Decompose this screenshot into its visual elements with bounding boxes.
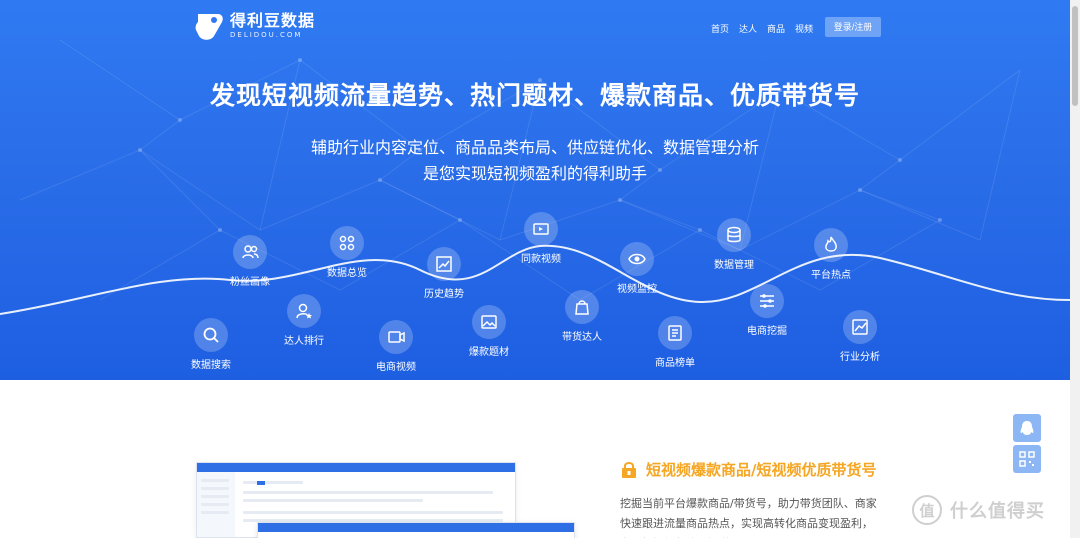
feature-fans[interactable]: 粉丝画像 bbox=[210, 235, 290, 288]
hero-subline-1: 辅助行业内容定位、商品品类布局、供应链优化、数据管理分析 bbox=[310, 138, 759, 157]
list-icon bbox=[668, 325, 682, 341]
watermark: 值 什么值得买 bbox=[912, 495, 1045, 525]
nav-talent[interactable]: 达人 bbox=[739, 22, 757, 35]
grid-icon bbox=[339, 235, 355, 251]
logo[interactable]: 得利豆数据 DELIDOU.COM bbox=[194, 10, 315, 42]
logo-bean-icon bbox=[195, 14, 223, 40]
user-star-icon bbox=[296, 303, 312, 319]
fire-icon bbox=[825, 236, 837, 252]
video-icon bbox=[388, 331, 405, 343]
shop-icon bbox=[622, 461, 636, 478]
watermark-logo: 值 bbox=[912, 495, 942, 525]
feature-overview[interactable]: 数据总览 bbox=[307, 226, 387, 279]
feature-label: 同款视频 bbox=[521, 254, 561, 265]
chart-icon bbox=[852, 319, 868, 335]
feature-same-video[interactable]: 同款视频 bbox=[501, 212, 581, 265]
feature-label: 电商挖掘 bbox=[747, 326, 787, 337]
page: 得利豆数据 DELIDOU.COM 首页 达人 商品 视频 登录/注册 发现短视… bbox=[0, 0, 1080, 538]
feature-label: 行业分析 bbox=[840, 352, 880, 363]
filter-icon bbox=[760, 294, 774, 308]
watermark-text: 什么值得买 bbox=[950, 501, 1045, 522]
logo-name: 得利豆数据 bbox=[230, 11, 316, 30]
qq-icon bbox=[1020, 421, 1034, 435]
feature-data-management[interactable]: 数据管理 bbox=[694, 218, 774, 271]
nav-products[interactable]: 商品 bbox=[767, 22, 785, 35]
feature-label: 爆款题材 bbox=[469, 347, 509, 358]
feature-label: 历史趋势 bbox=[424, 289, 464, 300]
eye-icon bbox=[628, 253, 646, 265]
feature-monitor[interactable]: 视频监控 bbox=[597, 242, 677, 295]
feature-label: 粉丝画像 bbox=[230, 277, 270, 288]
section-title: 短视频爆款商品/短视频优质带货号 bbox=[620, 459, 876, 480]
users-icon bbox=[242, 245, 259, 259]
login-register-button[interactable]: 登录/注册 bbox=[825, 17, 881, 37]
feature-seller[interactable]: 带货达人 bbox=[542, 290, 622, 343]
feature-hotspot[interactable]: 平台热点 bbox=[791, 228, 871, 281]
hero-subline-2: 是您实现短视频盈利的得利助手 bbox=[422, 164, 647, 183]
feature-label: 平台热点 bbox=[811, 270, 851, 281]
qr-code-button[interactable] bbox=[1013, 445, 1041, 473]
wave-line bbox=[0, 244, 1070, 315]
feature-label: 电商视频 bbox=[376, 362, 416, 373]
bag-icon bbox=[575, 300, 589, 315]
feature-label: 数据搜索 bbox=[191, 360, 231, 371]
feature-label: 数据总览 bbox=[327, 268, 367, 279]
section-title-text: 短视频爆款商品/短视频优质带货号 bbox=[646, 461, 877, 479]
feature-label: 商品榜单 bbox=[655, 358, 695, 369]
dashboard-preview-image-secondary bbox=[257, 522, 575, 538]
feature-talent-rank[interactable]: 达人排行 bbox=[264, 294, 344, 347]
logo-domain: DELIDOU.COM bbox=[230, 31, 303, 39]
nav-home[interactable]: 首页 bbox=[711, 22, 729, 35]
feature-hot-topic[interactable]: 爆款题材 bbox=[449, 305, 529, 358]
video-icon bbox=[533, 223, 549, 235]
feature-ecommerce-video[interactable]: 电商视频 bbox=[356, 320, 436, 373]
nav-videos[interactable]: 视频 bbox=[795, 22, 813, 35]
hero-banner bbox=[0, 0, 1070, 380]
feature-label: 带货达人 bbox=[562, 332, 602, 343]
scrollbar-thumb[interactable] bbox=[1072, 6, 1078, 106]
hero-headline: 发现短视频流量趋势、热门题材、爆款商品、优质带货号 bbox=[209, 81, 860, 110]
image-icon bbox=[481, 315, 497, 329]
feature-label: 达人排行 bbox=[284, 336, 324, 347]
trend-icon bbox=[436, 256, 452, 272]
feature-product-rank[interactable]: 商品榜单 bbox=[635, 316, 715, 369]
feature-search[interactable]: 数据搜索 bbox=[171, 318, 251, 371]
search-icon bbox=[203, 327, 219, 343]
top-nav: 首页 达人 商品 视频 bbox=[711, 22, 823, 35]
feature-ecommerce-mining[interactable]: 电商挖掘 bbox=[727, 284, 807, 337]
database-icon bbox=[727, 226, 741, 243]
qq-contact-button[interactable] bbox=[1013, 414, 1041, 442]
page-scrollbar[interactable] bbox=[1070, 0, 1080, 538]
feature-history[interactable]: 历史趋势 bbox=[404, 247, 484, 300]
qr-code-icon bbox=[1019, 451, 1035, 467]
section-description: 挖掘当前平台爆款商品/带货号，助力带货团队、商家快速跟进流量商品热点，实现高转化… bbox=[620, 497, 877, 538]
feature-label: 数据管理 bbox=[714, 260, 754, 271]
feature-industry-analysis[interactable]: 行业分析 bbox=[820, 310, 900, 363]
